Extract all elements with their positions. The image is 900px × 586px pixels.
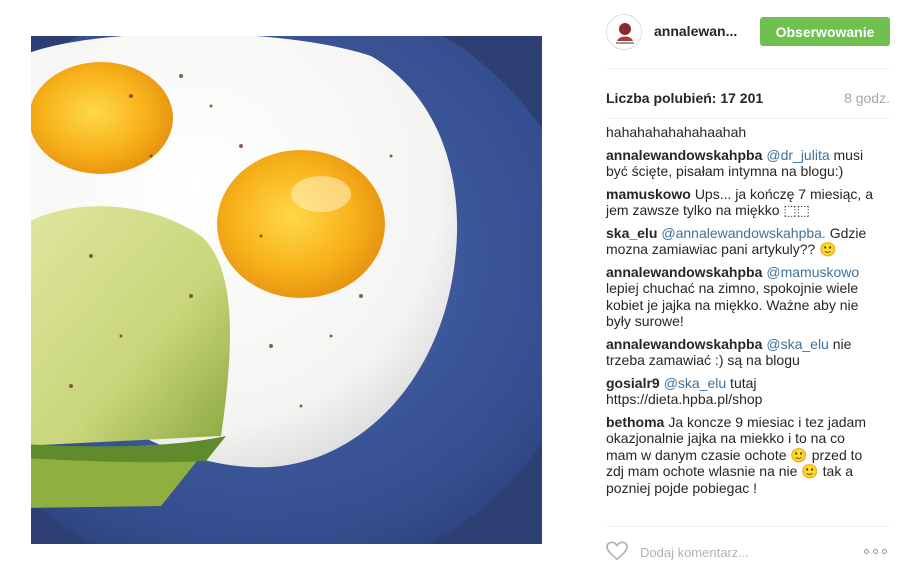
- comment-author[interactable]: annalewandowskahpba: [606, 336, 762, 352]
- comment: ska_elu @annalewandowskahpba. Gdzie mozna…: [606, 225, 874, 258]
- username[interactable]: annalewan...: [654, 23, 737, 39]
- comment-author[interactable]: gosialr9: [606, 375, 660, 391]
- comment-mention[interactable]: @ska_elu: [664, 375, 726, 391]
- more-options-icon[interactable]: [864, 542, 890, 560]
- eggs-avocado-image: [31, 36, 542, 544]
- add-comment-input[interactable]: [640, 543, 850, 561]
- comment: hahahahahahahaahah: [606, 124, 874, 141]
- comment: mamuskowo Ups... ja kończę 7 miesiąc, a j…: [606, 186, 874, 219]
- comment-author[interactable]: ska_elu: [606, 225, 657, 241]
- comment-author[interactable]: annalewandowskahpba: [606, 264, 762, 280]
- comment-author[interactable]: mamuskowo: [606, 186, 691, 202]
- comment: annalewandowskahpba @dr_julita musi być ś…: [606, 147, 874, 180]
- comments-list: hahahahahahahaahah annalewandowskahpba @d…: [606, 124, 874, 502]
- divider: [606, 68, 890, 69]
- divider: [606, 118, 890, 119]
- divider: [606, 526, 890, 527]
- post-sidebar: annalewan... Obserwowanie Liczba polubie…: [606, 0, 900, 586]
- comment-mention[interactable]: @mamuskowo: [766, 264, 859, 280]
- comment: gosialr9 @ska_elu tutaj https://dieta.hpb…: [606, 375, 874, 408]
- comment-text: hahahahahahahaahah: [606, 124, 747, 140]
- avatar-image: [616, 23, 634, 44]
- likes-count[interactable]: Liczba polubień: 17 201: [606, 90, 763, 106]
- post-photo[interactable]: [31, 36, 542, 544]
- comment-author[interactable]: annalewandowskahpba: [606, 147, 762, 163]
- comment-mention[interactable]: @annalewandowskahpba.: [661, 225, 825, 241]
- comment-mention[interactable]: @dr_julita: [766, 147, 829, 163]
- comment: annalewandowskahpba @ska_elu nie trzeba z…: [606, 336, 874, 369]
- post-time[interactable]: 8 godz.: [844, 90, 890, 106]
- post-stats: Liczba polubień: 17 201 8 godz.: [606, 90, 890, 110]
- comment-mention[interactable]: @ska_elu: [766, 336, 828, 352]
- comment-author[interactable]: bethoma: [606, 414, 664, 430]
- post-header: annalewan... Obserwowanie: [606, 12, 890, 52]
- comment-text: lepiej chuchać na zimno, spokojnie wiele…: [606, 280, 859, 329]
- avatar[interactable]: [606, 14, 642, 50]
- comment: bethoma Ja koncze 9 miesiac i tez jadam o…: [606, 414, 874, 497]
- heart-icon[interactable]: [606, 541, 628, 561]
- post-footer: [606, 540, 890, 564]
- follow-button[interactable]: Obserwowanie: [760, 17, 890, 46]
- comment: annalewandowskahpba @mamuskowo lepiej chu…: [606, 264, 874, 330]
